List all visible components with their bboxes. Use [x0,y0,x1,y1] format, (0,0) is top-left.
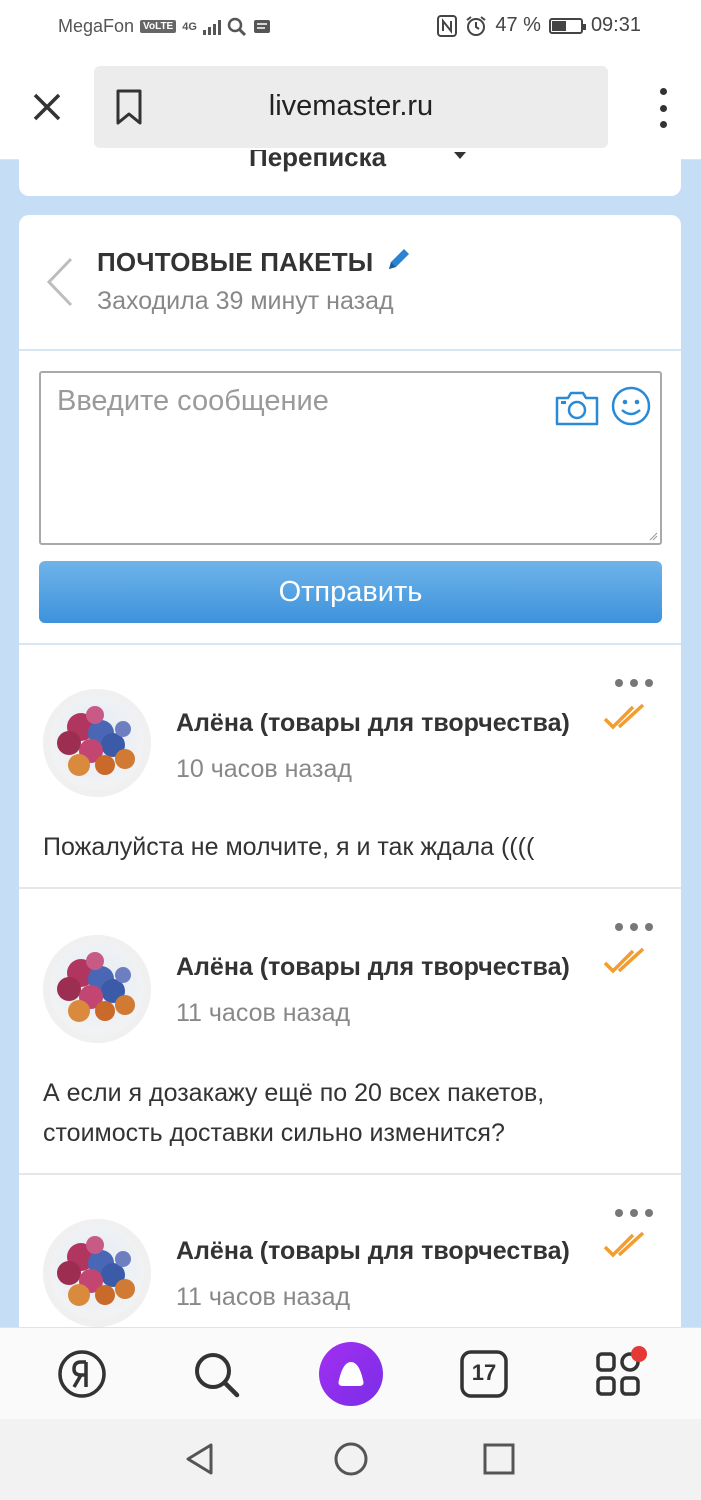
home-icon[interactable] [333,1441,369,1477]
divider [19,349,681,351]
battery-icon [548,17,586,34]
nfc-icon [437,14,458,37]
status-right: 47 % 09:31 [437,14,641,37]
pencil-icon[interactable] [385,245,413,273]
message-text: Пожалуйста не молчите, я и так ждала (((… [43,833,535,861]
browser-menu-icon[interactable] [655,88,671,128]
recents-icon[interactable] [481,1441,517,1477]
back-icon[interactable] [183,1441,219,1477]
volte-badge: VoLTE [140,20,177,33]
read-ticks-icon [603,947,645,974]
message-input-placeholder: Введите сообщение [57,385,329,417]
message-item: Алёна (товары для творчества) 11 часов н… [19,889,681,1175]
message-author[interactable]: Алёна (товары для творчества) [176,709,570,738]
tabs-button[interactable]: 17 [454,1344,514,1404]
message-icon [253,19,270,33]
smile-icon[interactable] [610,385,652,427]
more-options-icon[interactable] [615,679,653,687]
conversation-selector-label[interactable]: Переписка [249,150,386,173]
signal-icon [202,19,221,35]
avatar[interactable] [43,1219,151,1327]
read-ticks-icon [603,1231,645,1258]
clock: 09:31 [590,14,641,36]
browser-toolbar: livemaster.ru [0,56,701,160]
status-left: MegaFon VoLTE 4G [58,16,271,37]
alarm-icon [466,15,486,36]
tabs-count: 17 [471,1360,497,1385]
browser-bottom-nav: 17 [0,1327,701,1419]
message-author[interactable]: Алёна (товары для творчества) [176,1237,570,1266]
message-item: Алёна (товары для творчества) 10 часов н… [19,645,681,889]
avatar-image [43,689,151,797]
message-author[interactable]: Алёна (товары для творчества) [176,953,570,982]
close-icon[interactable] [27,87,67,127]
address-bar[interactable]: livemaster.ru [94,66,608,148]
message-time: 10 часов назад [176,755,352,783]
network-label: 4G [182,20,197,33]
chat-title: ПОЧТОВЫЕ ПАКЕТЫ [97,247,374,277]
more-options-icon[interactable] [615,1209,653,1217]
message-item: Алёна (товары для творчества) 11 часов н… [19,1175,681,1327]
yandex-icon[interactable] [52,1344,112,1404]
notification-dot [631,1346,647,1362]
last-seen-status: Заходила 39 минут назад [97,287,394,315]
search-icon[interactable] [186,1344,246,1404]
message-time: 11 часов назад [176,1283,351,1311]
chevron-left-icon[interactable] [43,255,77,309]
send-button[interactable]: Отправить [39,561,662,623]
alice-assistant-icon[interactable] [319,1342,383,1406]
chat-card: ПОЧТОВЫЕ ПАКЕТЫ Заходила 39 минут назад … [19,215,681,1415]
camera-icon[interactable] [554,389,600,427]
carrier-label: MegaFon [58,16,135,36]
read-ticks-icon [603,703,645,730]
android-navigation-bar [0,1419,701,1500]
battery-percent: 47 % [495,14,541,36]
url-text[interactable]: livemaster.ru [94,90,608,123]
avatar-image [43,935,151,1043]
message-text: А если я дозакажу ещё по 20 всех пакетов… [43,1079,545,1147]
message-input[interactable]: Введите сообщение [39,371,662,545]
more-options-icon[interactable] [615,923,653,931]
resize-grip-icon[interactable] [648,531,658,541]
conversation-selector-card[interactable]: Переписка [19,150,681,196]
avatar[interactable] [43,935,151,1043]
avatar[interactable] [43,689,151,797]
avatar-image [43,1219,151,1327]
message-time: 11 часов назад [176,999,351,1027]
status-bar: MegaFon VoLTE 4G 47 % 09:31 [0,0,701,56]
search-icon [227,17,246,36]
chevron-down-icon[interactable] [454,152,466,159]
